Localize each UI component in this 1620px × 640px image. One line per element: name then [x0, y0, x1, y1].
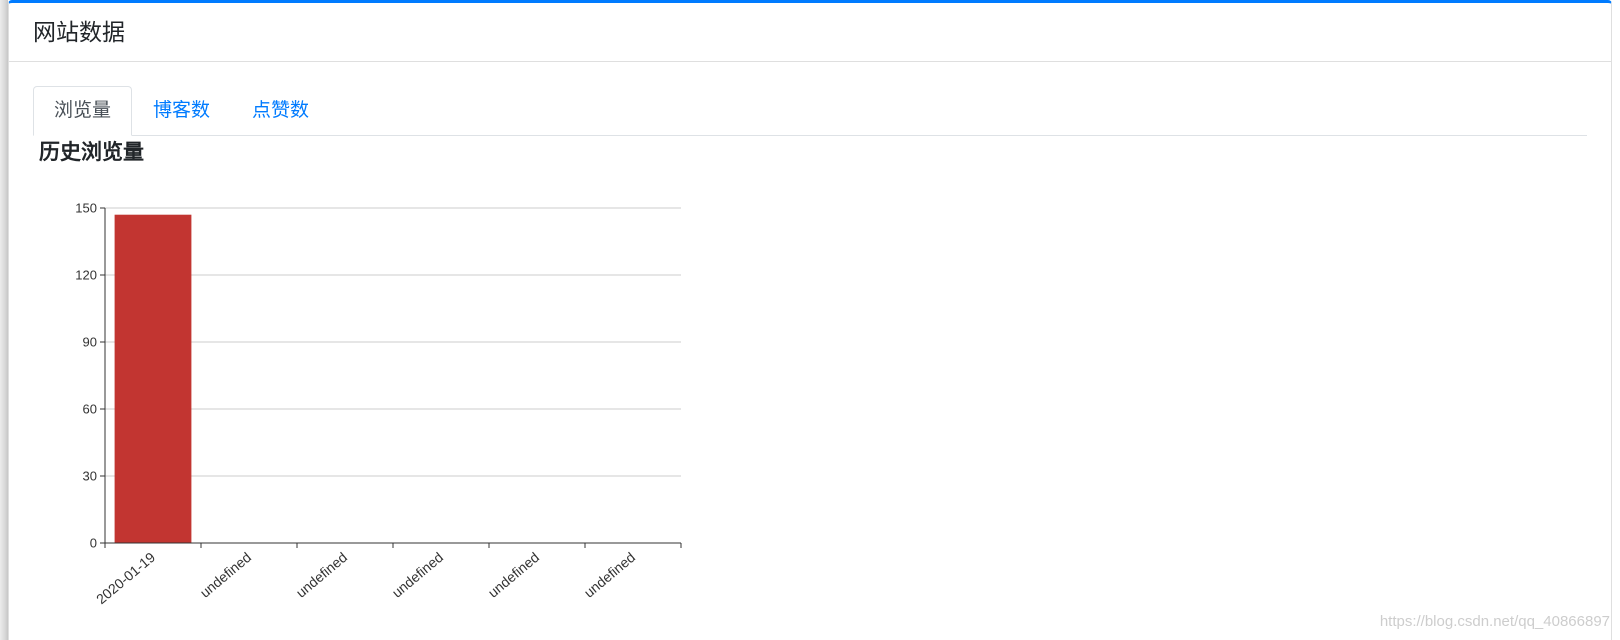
watermark-text: https://blog.csdn.net/qq_40866897: [1379, 613, 1610, 630]
x-tick-label: undefined: [293, 549, 350, 601]
x-tick-label: undefined: [581, 549, 638, 601]
card-title: 网站数据: [33, 19, 125, 45]
x-tick-label: undefined: [197, 549, 254, 601]
chart-title: 历史浏览量: [39, 141, 144, 164]
x-tick-label: 2020-01-19: [93, 549, 158, 607]
x-tick-label: undefined: [389, 549, 446, 601]
tab-blog-count[interactable]: 博客数: [132, 86, 231, 136]
y-tick-label: 150: [75, 201, 97, 216]
y-tick-label: 60: [83, 402, 97, 417]
y-tick-label: 90: [83, 335, 97, 350]
tab-like-count[interactable]: 点赞数: [231, 86, 330, 136]
x-tick-label: undefined: [485, 549, 542, 601]
tab-bar: 浏览量 博客数 点赞数: [33, 86, 1587, 136]
page-views-bar-chart: 0 30 60 90 120 150 2020-01-19 undefined undefine…: [75, 201, 682, 607]
y-tick-label: 0: [90, 536, 97, 551]
y-tick-label: 120: [75, 268, 97, 283]
card-header: 网站数据: [9, 3, 1611, 62]
tab-page-views[interactable]: 浏览量: [33, 86, 133, 136]
website-data-card: 网站数据 浏览量 博客数 点赞数 历史浏览量 0 30 60 90 120 150 2020…: [8, 0, 1612, 640]
bar: [114, 214, 192, 543]
y-tick-label: 30: [83, 469, 97, 484]
